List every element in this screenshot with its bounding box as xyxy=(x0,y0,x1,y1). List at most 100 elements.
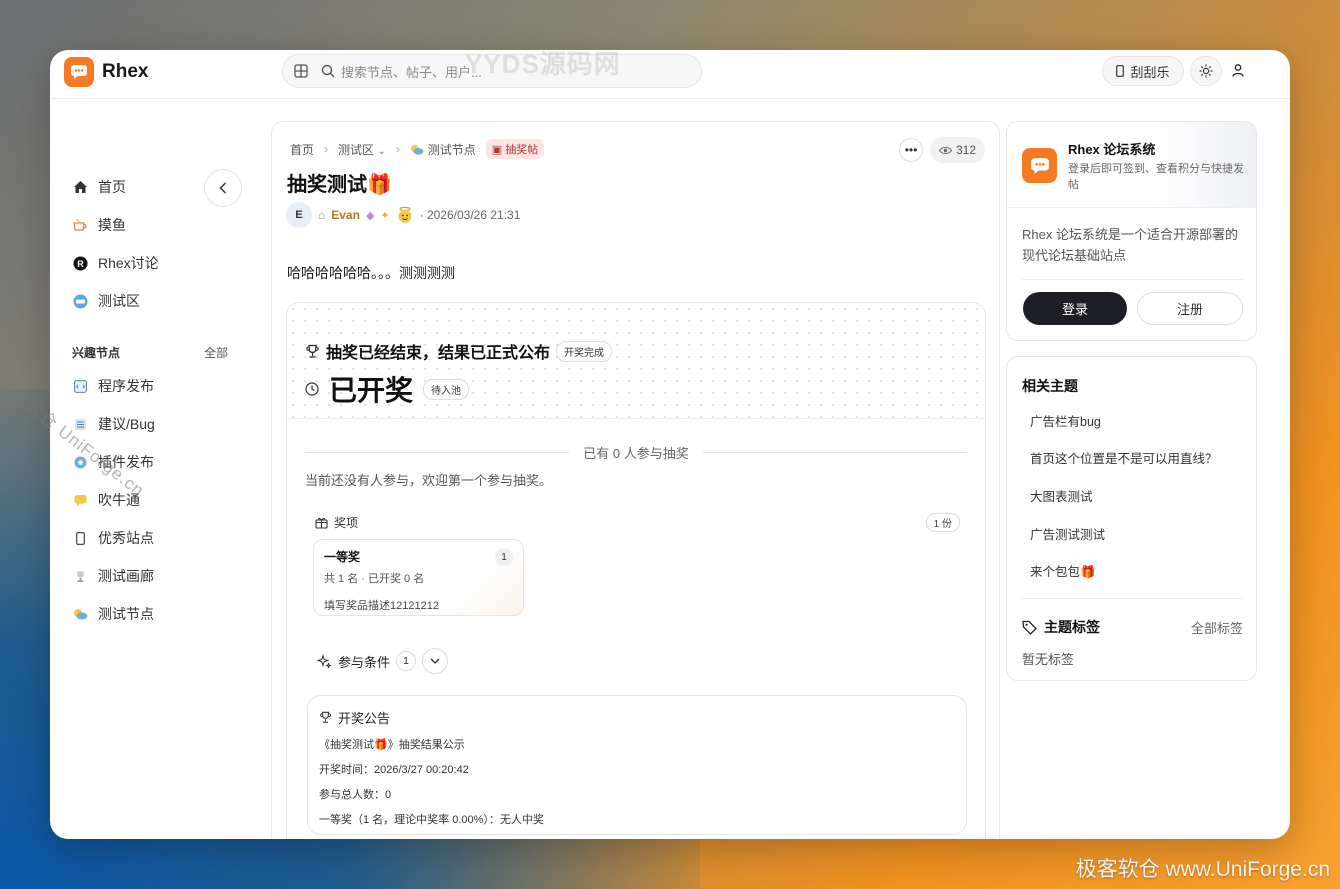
announcement-line: 开奖时间：2026/3/27 00:20:42 xyxy=(319,764,469,776)
test-icon xyxy=(72,293,88,309)
status-pill: 开奖完成 xyxy=(556,340,613,362)
scratch-label: 刮刮乐 xyxy=(1130,64,1170,80)
breadcrumb-label: 测试区 xyxy=(338,142,375,157)
eye-icon xyxy=(939,146,952,155)
trophy-gallery-icon xyxy=(72,568,88,584)
user-icon[interactable] xyxy=(1232,64,1244,80)
sidebar-item-node[interactable]: 优秀站点 xyxy=(72,519,155,557)
topic-tags-header: 主题标签 全部标签 xyxy=(1022,617,1243,637)
coffee-icon xyxy=(72,217,88,233)
sun-icon xyxy=(1199,64,1213,78)
prize-name: 一等奖 xyxy=(324,550,361,564)
primary-nav: 首页 摸鱼 R Rhex讨论 测试区 xyxy=(72,168,159,320)
all-tags-link[interactable]: 全部标签 xyxy=(1191,618,1243,637)
rhex-icon: R xyxy=(72,255,88,271)
sidebar-item-rhex[interactable]: R Rhex讨论 xyxy=(72,244,159,282)
prizes-label: 奖项 xyxy=(334,516,359,530)
divider-line-right xyxy=(702,452,967,453)
conditions-label: 参与条件 xyxy=(338,654,391,670)
sidebar: 首页 摸鱼 R Rhex讨论 测试区 兴趣节点 全部 程序发布 建议/Bug 插… xyxy=(50,99,260,839)
sidebar-item-test-area[interactable]: 测试区 xyxy=(72,282,159,320)
conditions-row: 参与条件 1 xyxy=(317,648,449,674)
sidebar-item-moyu[interactable]: 摸鱼 xyxy=(72,206,159,244)
weather-icon xyxy=(410,144,424,155)
scratch-card-button[interactable]: 刮刮乐 xyxy=(1102,56,1184,86)
related-topic-link[interactable]: 首页这个位置是不是可以用直线？ xyxy=(1030,448,1218,467)
interest-nodes: 程序发布 建议/Bug 插件发布 吹牛通 优秀站点 测试画廊 测试节点 xyxy=(72,367,155,633)
weather-icon xyxy=(72,606,88,622)
gift-icon: ▣ xyxy=(491,144,503,156)
related-topic-link[interactable]: 来个包包🎁 xyxy=(1030,561,1096,580)
related-topic-link[interactable]: 大图表测试 xyxy=(1030,486,1093,505)
post-date: · 2026/03/26 21:31 xyxy=(419,208,521,222)
expand-conditions-button[interactable] xyxy=(422,648,449,674)
theme-toggle-button[interactable] xyxy=(1190,56,1222,86)
sidebar-item-label: 建议/Bug xyxy=(98,416,155,432)
phone-icon xyxy=(72,530,88,546)
related-title: 相关主题 xyxy=(1022,378,1078,394)
ellipsis-icon: ••• xyxy=(904,143,918,157)
breadcrumb-test-node[interactable]: 测试节点 xyxy=(410,141,476,158)
chat-icon xyxy=(72,492,88,508)
view-count: 312 xyxy=(930,137,986,163)
breadcrumb-home[interactable]: 首页 xyxy=(290,141,314,158)
sidebar-item-home[interactable]: 首页 xyxy=(72,168,159,206)
sidebar-item-label: 测试画廊 xyxy=(98,568,154,584)
announcement-line: 《抽奖测试🎁》抽奖结果公示 xyxy=(319,739,465,751)
prize-stat: 共 1 名 · 已开奖 0 名 xyxy=(324,573,425,585)
site-info-header: Rhex 论坛系统 登录后即可签到、查看积分与快捷发帖 xyxy=(1007,122,1256,208)
site-info-card: Rhex 论坛系统 登录后即可签到、查看积分与快捷发帖 Rhex 论坛系统是一个… xyxy=(1006,121,1257,341)
divider xyxy=(1022,598,1243,599)
logo-icon[interactable] xyxy=(64,57,94,87)
more-options-button[interactable]: ••• xyxy=(899,138,923,162)
prizes-count: 1 份 xyxy=(925,513,960,532)
sidebar-item-label: 优秀站点 xyxy=(98,530,154,546)
sidebar-item-label: 摸鱼 xyxy=(98,217,126,233)
site-name: Rhex 论坛系统 xyxy=(1068,142,1156,157)
section-title: 兴趣节点 xyxy=(72,346,121,360)
card-icon xyxy=(1116,65,1125,77)
svg-text:R: R xyxy=(77,259,84,269)
prize-card: 一等奖 1 共 1 名 · 已开奖 0 名 填写奖品描述12121212 xyxy=(313,539,524,616)
announcement-line: 参与总人数：0 xyxy=(319,789,392,801)
sparkles-icon xyxy=(317,653,332,669)
collapse-sidebar-button[interactable] xyxy=(204,169,242,207)
lottery-status-text: 抽奖已经结束，结果已正式公布 xyxy=(326,345,551,362)
lottery-header: 抽奖已经结束，结果已正式公布 开奖完成 已开奖 待入池 xyxy=(287,303,985,419)
lottery-status: 抽奖已经结束，结果已正式公布 开奖完成 xyxy=(305,339,613,363)
chevron-down-icon: ⌄ xyxy=(377,145,386,157)
prizes-header: 奖项 1 份 xyxy=(315,513,960,532)
post-meta: E ⌂ Evan ◆ ✦ · 2026/03/26 21:31 xyxy=(286,202,520,228)
sidebar-item-label: 程序发布 xyxy=(98,378,154,394)
sidebar-item-node[interactable]: 程序发布 xyxy=(72,367,155,405)
post-panel: 首页 › 测试区 ⌄ › 测试节点 ▣ 抽奖帖 ••• 312 抽奖测试🎁 E … xyxy=(271,121,1000,839)
related-topic-link[interactable]: 广告测试测试 xyxy=(1030,524,1105,543)
sidebar-item-node[interactable]: 测试节点 xyxy=(72,595,155,633)
site-logo-icon xyxy=(1022,148,1057,183)
lottery-tag[interactable]: ▣ 抽奖帖 xyxy=(485,139,545,159)
avatar[interactable]: E xyxy=(286,202,312,228)
section-all-link[interactable]: 全部 xyxy=(204,344,228,361)
trophy-icon xyxy=(319,711,332,724)
diamond-icon: ◆ xyxy=(365,209,375,222)
post-body: 哈哈哈哈哈哈。。。测测测测 xyxy=(287,265,455,281)
breadcrumb-test-area[interactable]: 测试区 ⌄ xyxy=(338,141,386,158)
sidebar-item-node[interactable]: 测试画廊 xyxy=(72,557,155,595)
angel-emoji-icon xyxy=(396,206,414,224)
brand-name[interactable]: Rhex xyxy=(102,61,148,83)
app-window: Rhex 搜索节点、帖子、用户... YYDS源码网 刮刮乐 首页 摸鱼 R R… xyxy=(50,50,1290,839)
login-button[interactable]: 登录 xyxy=(1023,292,1127,325)
pool-pill: 待入池 xyxy=(423,378,470,400)
empty-participants-note: 当前还没有人参与，欢迎第一个参与抽奖。 xyxy=(305,473,553,488)
search-icon xyxy=(321,64,335,78)
site-subtitle: 登录后即可签到、查看积分与快捷发帖 xyxy=(1068,163,1244,191)
grid-icon[interactable] xyxy=(291,61,311,81)
author-name[interactable]: Evan xyxy=(331,208,360,222)
register-button[interactable]: 注册 xyxy=(1137,292,1243,325)
related-topic-link[interactable]: 广告栏有bug xyxy=(1030,411,1101,430)
search-input[interactable]: 搜索节点、帖子、用户... xyxy=(341,62,482,81)
sparkle-icon: ✦ xyxy=(380,209,390,222)
participant-count: 已有 0 人参与抽奖 xyxy=(583,446,689,461)
interest-nodes-header: 兴趣节点 全部 xyxy=(72,344,228,361)
divider-line-left xyxy=(305,452,570,453)
